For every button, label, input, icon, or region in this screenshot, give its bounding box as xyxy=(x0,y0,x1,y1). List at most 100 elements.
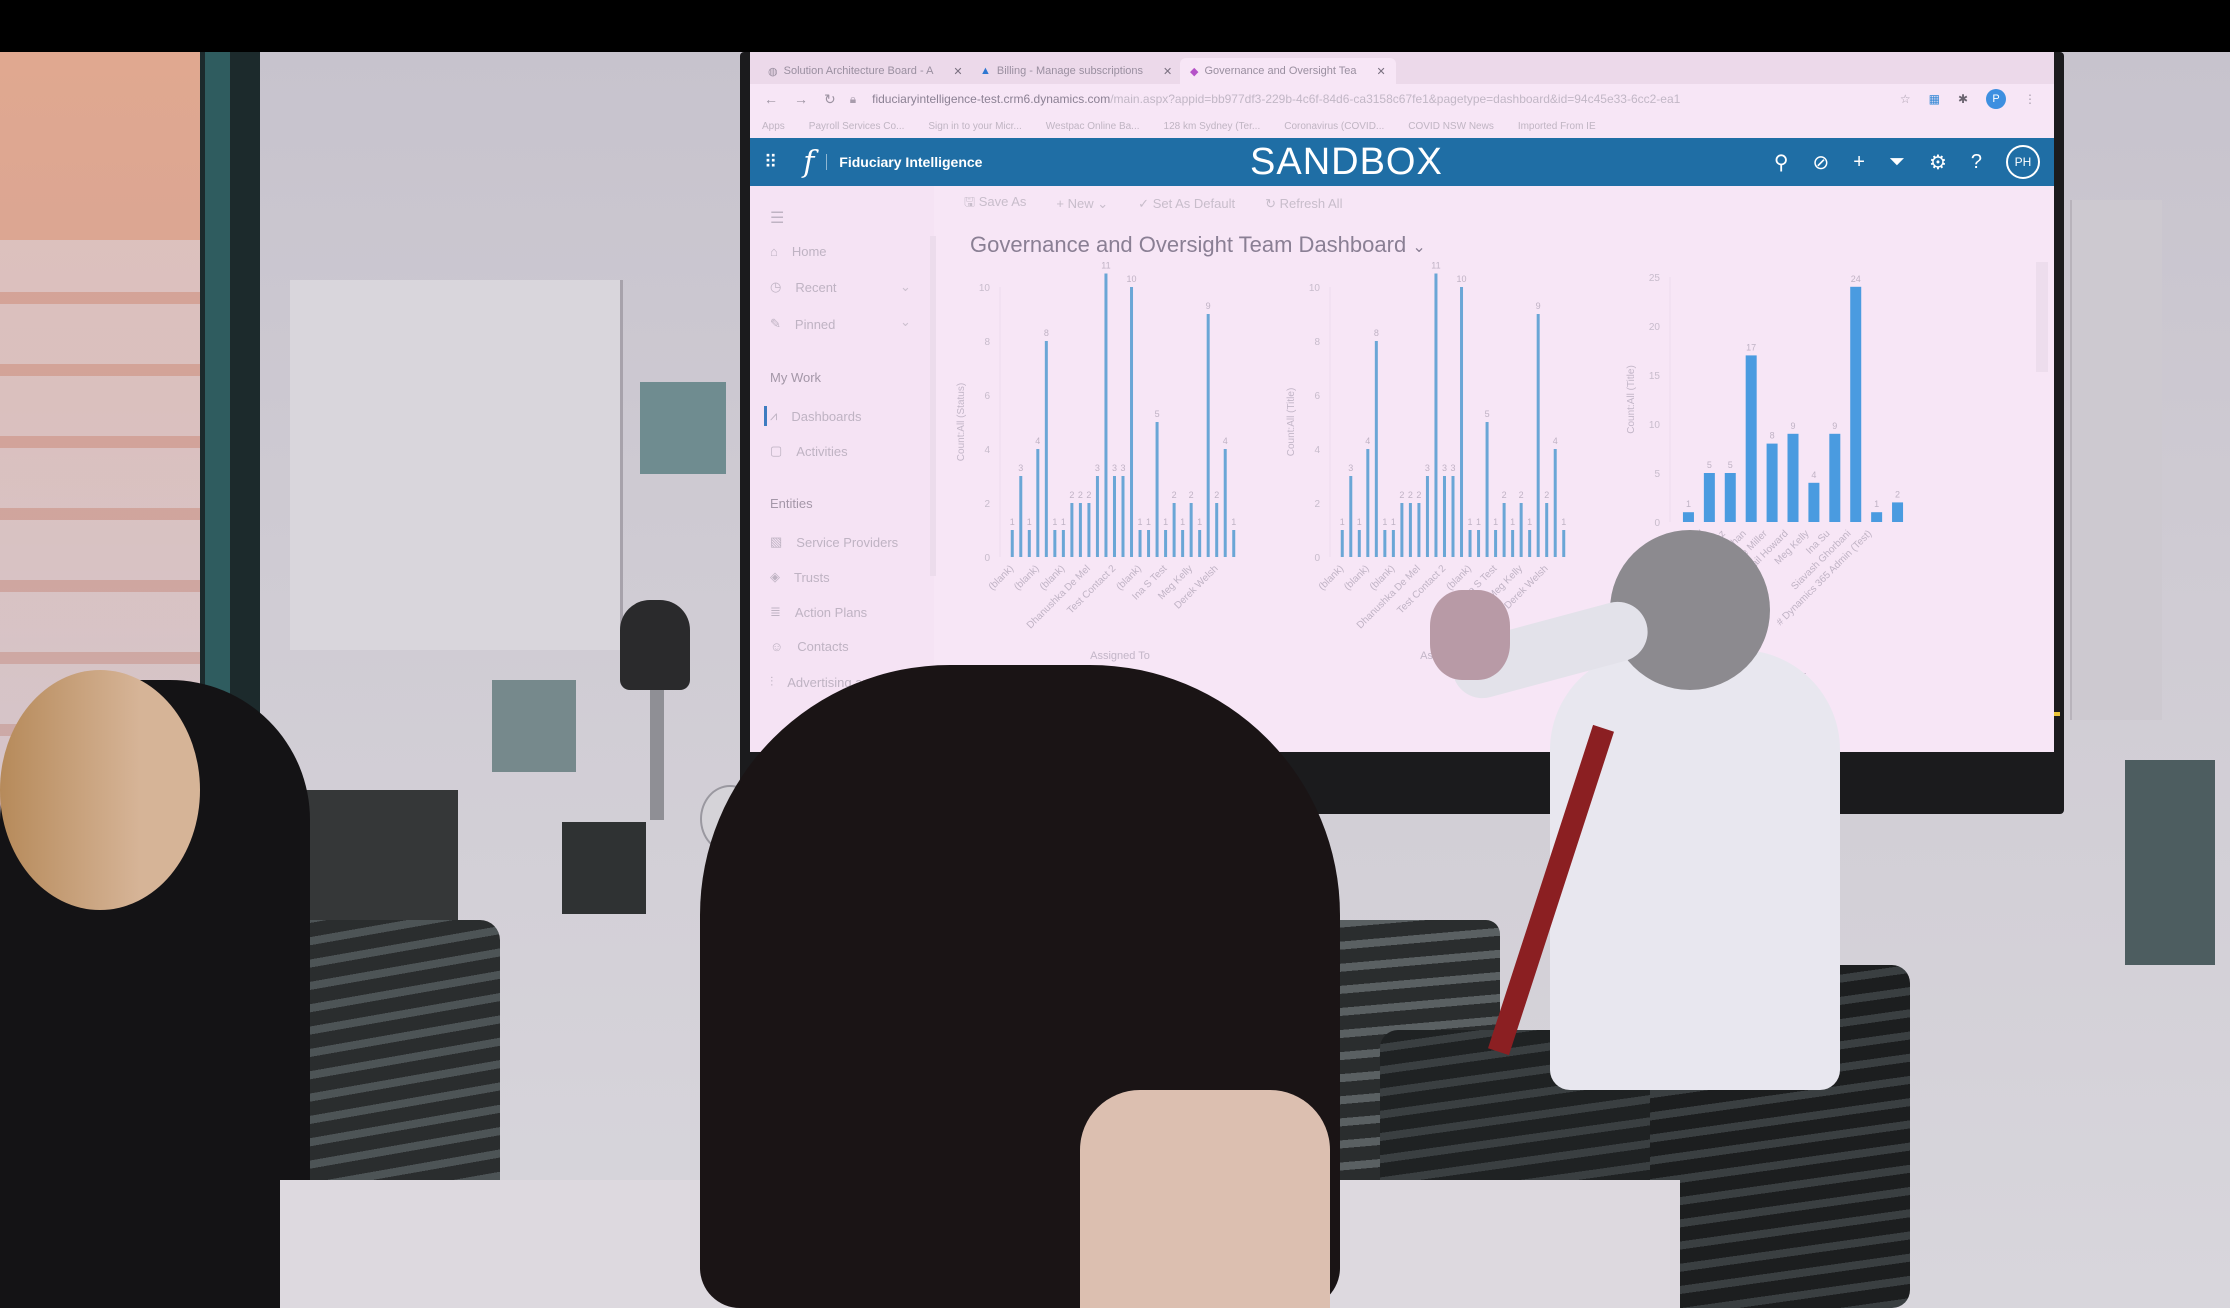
bar[interactable] xyxy=(1562,530,1566,557)
bar[interactable] xyxy=(1553,449,1557,557)
bar[interactable] xyxy=(1087,503,1091,557)
bar[interactable] xyxy=(1460,287,1464,557)
filter-icon[interactable]: ⏷ xyxy=(1889,151,1905,174)
bar[interactable] xyxy=(1511,530,1515,557)
bar[interactable] xyxy=(1181,530,1185,557)
star-icon[interactable]: ☆ xyxy=(1900,92,1911,106)
bar[interactable] xyxy=(1104,273,1108,558)
chevron-down-icon[interactable]: ⌄ xyxy=(900,314,911,330)
bar[interactable] xyxy=(1871,512,1883,522)
bar[interactable] xyxy=(1850,286,1862,522)
bar[interactable] xyxy=(1223,449,1227,557)
bar[interactable] xyxy=(1400,503,1404,557)
menu-icon[interactable]: ⋮ xyxy=(2024,92,2036,106)
url-field[interactable]: fiduciaryintelligence-test.crm6.dynamics… xyxy=(872,92,1680,106)
bookmark[interactable]: 128 km Sydney (Ter... xyxy=(1164,121,1261,132)
bookmark[interactable]: Sign in to your Micr... xyxy=(928,121,1021,132)
bookmark[interactable]: Imported From IE xyxy=(1518,121,1596,132)
bar[interactable] xyxy=(1198,530,1202,557)
sidebar-item-recent[interactable]: ◷ Recent xyxy=(770,279,837,295)
bookmark-apps[interactable]: Apps xyxy=(762,121,785,132)
bar[interactable] xyxy=(1340,530,1344,557)
plus-icon[interactable]: + xyxy=(1853,151,1865,174)
bar[interactable] xyxy=(1494,530,1498,557)
sidebar-scrollbar[interactable] xyxy=(930,236,936,576)
bar[interactable] xyxy=(1502,503,1506,557)
sidebar-item-home[interactable]: ⌂ Home xyxy=(770,244,827,259)
bar[interactable] xyxy=(1155,422,1159,557)
back-icon[interactable]: ← xyxy=(764,91,778,108)
bar[interactable] xyxy=(1745,355,1757,522)
bar[interactable] xyxy=(1425,476,1429,557)
bookmark[interactable]: Westpac Online Ba... xyxy=(1046,121,1140,132)
bar[interactable] xyxy=(1724,473,1736,522)
bar[interactable] xyxy=(1130,287,1134,557)
close-tab-icon[interactable]: ✕ xyxy=(1163,65,1172,78)
profile-avatar[interactable]: P xyxy=(1986,89,2006,109)
bar[interactable] xyxy=(1477,530,1481,557)
bar[interactable] xyxy=(1147,530,1151,557)
bar[interactable] xyxy=(1010,530,1014,557)
app-launcher-icon[interactable]: ⠿ xyxy=(764,152,777,173)
search-icon[interactable]: ⚲ xyxy=(1774,150,1789,175)
bar[interactable] xyxy=(1434,273,1438,558)
bar[interactable] xyxy=(1138,530,1142,557)
bar[interactable] xyxy=(1215,503,1219,557)
bar[interactable] xyxy=(1703,473,1715,522)
bar[interactable] xyxy=(1408,503,1412,557)
sidebar-item-trusts[interactable]: ◈ Trusts xyxy=(770,569,830,585)
dashboard-title[interactable]: Governance and Oversight Team Dashboard … xyxy=(970,232,1426,258)
bookmark[interactable]: Payroll Services Co... xyxy=(809,121,905,132)
puzzle-icon[interactable]: ✱ xyxy=(1958,92,1968,106)
app-name[interactable]: Fiduciary Intelligence xyxy=(826,154,982,170)
bar[interactable] xyxy=(1036,449,1040,557)
bar[interactable] xyxy=(1078,503,1082,557)
bar[interactable] xyxy=(1519,503,1523,557)
set-default-button[interactable]: ✓ Set As Default xyxy=(1138,196,1235,212)
browser-tab[interactable]: ▲ Billing - Manage subscriptions ✕ xyxy=(970,58,1182,84)
bar[interactable] xyxy=(1383,530,1387,557)
bar[interactable] xyxy=(1485,422,1489,557)
bar[interactable] xyxy=(1545,503,1549,557)
bar[interactable] xyxy=(1121,476,1125,557)
bar[interactable] xyxy=(1442,476,1446,557)
bar[interactable] xyxy=(1808,482,1820,522)
sidebar-item-dashboards[interactable]: ⩘ Dashboards xyxy=(770,408,861,424)
bar[interactable] xyxy=(1787,433,1799,522)
forward-icon[interactable]: → xyxy=(794,91,808,108)
chevron-down-icon[interactable]: ⌄ xyxy=(900,279,911,295)
bar[interactable] xyxy=(1451,476,1455,557)
bar[interactable] xyxy=(1232,530,1236,557)
sidebar-item-pinned[interactable]: ✎ Pinned xyxy=(770,316,835,332)
bar[interactable] xyxy=(1164,530,1168,557)
new-button[interactable]: + New ⌄ xyxy=(1056,196,1108,212)
bar[interactable] xyxy=(1053,530,1057,557)
bar[interactable] xyxy=(1112,476,1116,557)
bar[interactable] xyxy=(1528,530,1532,557)
close-tab-icon[interactable]: ✕ xyxy=(953,65,962,78)
bar[interactable] xyxy=(1366,449,1370,557)
hamburger-icon[interactable]: ☰ xyxy=(770,208,784,228)
bar[interactable] xyxy=(1417,503,1421,557)
bar[interactable] xyxy=(1070,503,1074,557)
main-scrollbar[interactable] xyxy=(2036,262,2048,372)
save-as-button[interactable]: 🖫︎ Save As xyxy=(964,193,1026,215)
bar[interactable] xyxy=(1019,476,1023,557)
bar[interactable] xyxy=(1357,530,1361,557)
bar[interactable] xyxy=(1892,502,1904,522)
bar[interactable] xyxy=(1766,443,1778,522)
assistant-icon[interactable]: ⊘ xyxy=(1812,150,1829,175)
bar[interactable] xyxy=(1829,433,1841,522)
bar[interactable] xyxy=(1172,503,1176,557)
browser-tab[interactable]: ◍ Solution Architecture Board - A ✕ xyxy=(758,58,973,84)
bar[interactable] xyxy=(1349,476,1353,557)
sidebar-item-service-providers[interactable]: ▧ Service Providers xyxy=(770,534,898,550)
user-avatar[interactable]: PH xyxy=(2006,145,2040,179)
bar[interactable] xyxy=(1189,503,1193,557)
bar[interactable] xyxy=(1374,341,1378,557)
bookmark[interactable]: COVID NSW News xyxy=(1408,121,1494,132)
close-tab-icon[interactable]: ✕ xyxy=(1377,65,1386,78)
gear-icon[interactable]: ⚙ xyxy=(1929,150,1947,175)
refresh-all-button[interactable]: ↻ Refresh All xyxy=(1265,196,1342,212)
sidebar-item-action-plans[interactable]: ≣ Action Plans xyxy=(770,604,867,620)
